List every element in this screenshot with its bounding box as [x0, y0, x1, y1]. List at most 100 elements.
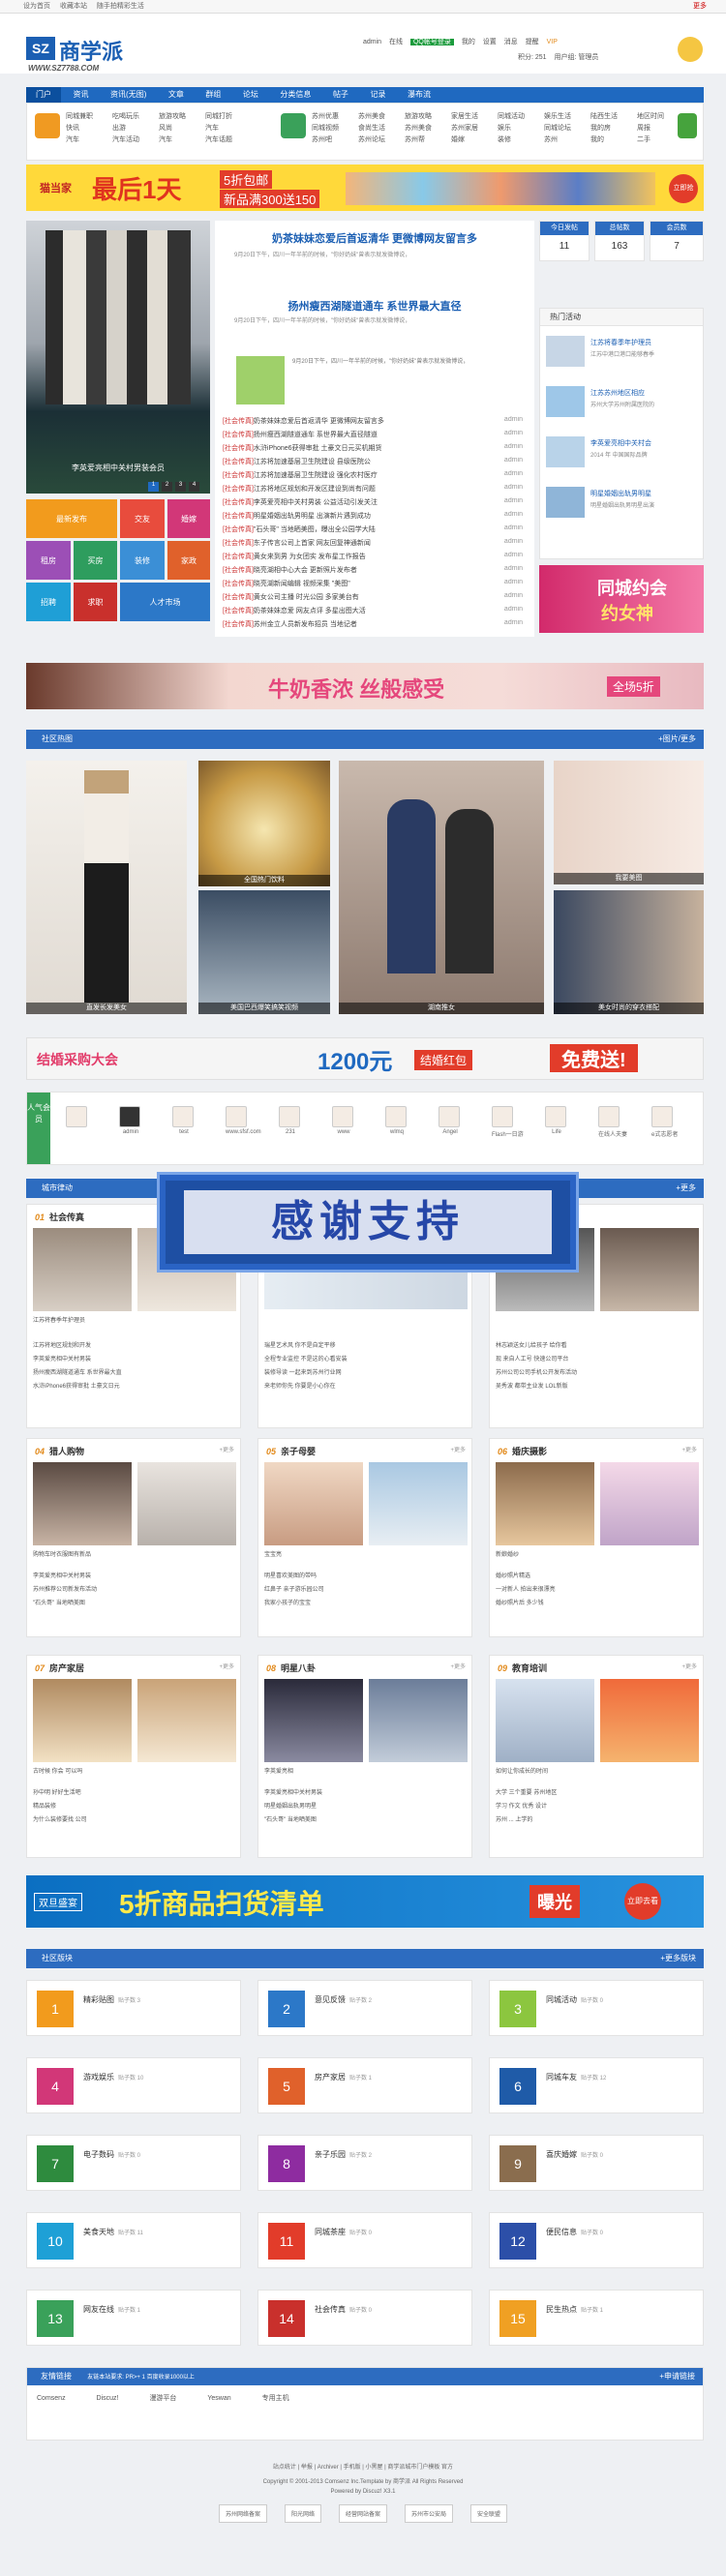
- hot-thumb[interactable]: [546, 336, 585, 367]
- news-item[interactable]: [社会传真]扬州瘦西湖隧道通车 系世界最大直径隧道 admin: [223, 430, 523, 439]
- block-line[interactable]: "石头哥" 当地晒美图: [33, 1598, 234, 1606]
- slide-page-1[interactable]: 1: [148, 482, 159, 492]
- favorite-link[interactable]: 收藏本站: [60, 3, 87, 10]
- slide-page-2[interactable]: 2: [162, 482, 172, 492]
- subnav-col-3[interactable]: 旅游攻略 风尚 汽车: [159, 111, 186, 146]
- qq-login-button[interactable]: QQ帐号登录: [409, 39, 454, 45]
- block-more[interactable]: +更多: [219, 1662, 234, 1670]
- block-line[interactable]: 李英爱亮相中关村男装: [33, 1571, 234, 1579]
- member-item[interactable]: www.sfsf.com: [226, 1106, 261, 1135]
- member-item[interactable]: 在线人夫妻: [598, 1106, 627, 1138]
- block-line[interactable]: "石头哥" 当地晒美图: [264, 1814, 466, 1823]
- hot-item-title[interactable]: 江苏将春季年护理员: [590, 338, 651, 347]
- subnav-col-8[interactable]: 家居生活 苏州家居 婚嫁: [451, 111, 478, 146]
- member-item[interactable]: e式志愿者: [651, 1106, 678, 1138]
- block-line[interactable]: 苏州公司公司手机公开发布活动: [496, 1367, 697, 1376]
- promo-banner-4[interactable]: 双旦盛宴 5折商品扫货清单 曝光 立即去看: [26, 1875, 704, 1928]
- subnav-col-1[interactable]: 同城兼职 快讯 汽车: [66, 111, 93, 146]
- more-link[interactable]: 更多: [693, 0, 707, 14]
- forum-item[interactable]: 1 精彩贴图 贴子数 3: [26, 1980, 241, 2036]
- forum-item[interactable]: 11 同城茶座 贴子数 0: [257, 2212, 472, 2268]
- block-line[interactable]: 大学 三个重要 苏州地区: [496, 1787, 697, 1796]
- block-line[interactable]: 古时候 你会 可以吗: [33, 1766, 234, 1775]
- block-line[interactable]: 江苏将地区规划和开发: [33, 1340, 234, 1349]
- set-home-link[interactable]: 设为首页: [23, 3, 50, 10]
- forum-item[interactable]: 13 网友在线 贴子数 1: [26, 2290, 241, 2346]
- block-line[interactable]: 苏州推荐公司新发布活动: [33, 1584, 234, 1593]
- block-line[interactable]: 苏州 ... 上学的: [496, 1814, 697, 1823]
- news-item[interactable]: [社会传真]晓亮湖新闻编辑 视频采集 "美图" admin: [223, 579, 523, 588]
- headline-thumb[interactable]: [236, 356, 285, 404]
- nav-posts[interactable]: 帖子: [323, 87, 358, 103]
- forum-item[interactable]: 2 意见反馈 贴子数 2: [257, 1980, 472, 2036]
- app-icon[interactable]: [678, 113, 697, 138]
- nav-article[interactable]: 文章: [159, 87, 194, 103]
- block-line[interactable]: 吴秀波 都带主业发 LOL新版: [496, 1381, 697, 1390]
- block-line[interactable]: 精品装修: [33, 1801, 234, 1810]
- tile-friends[interactable]: 交友: [120, 499, 165, 538]
- block-image[interactable]: [369, 1679, 468, 1762]
- block-more[interactable]: +更多: [450, 1445, 466, 1453]
- subnav-col-12[interactable]: 地区时间 周报 二手: [637, 111, 664, 146]
- apply-link[interactable]: +申请链接: [659, 2368, 695, 2385]
- nav-home[interactable]: 门户: [26, 87, 61, 103]
- block-line[interactable]: 红鼻子 亲子游乐园公司: [264, 1584, 466, 1593]
- news-item[interactable]: [社会传真]东子传言公司上首家 网友回复神通新闻 admin: [223, 538, 523, 548]
- block-line[interactable]: 李英爱亮相中关村男装: [264, 1787, 466, 1796]
- headline-1[interactable]: 奶茶妹妹恋爱后首返清华 更微博网友留言多: [215, 230, 534, 246]
- block-line[interactable]: 李英爱亮相: [264, 1766, 466, 1775]
- section-city-more[interactable]: +更多: [676, 1179, 696, 1198]
- block-line[interactable]: 装修导读 一起来到苏州行业网: [264, 1367, 466, 1376]
- subnav-col-6[interactable]: 苏州美食 食尚生活 苏州论坛: [358, 111, 385, 146]
- badge[interactable]: 经营网站备案: [338, 2504, 387, 2523]
- nav-waterfall[interactable]: 瀑布流: [398, 87, 440, 103]
- block-more[interactable]: +更多: [450, 1662, 466, 1670]
- nav-group[interactable]: 群组: [196, 87, 230, 103]
- block-line[interactable]: 明星婚姻出轨男明星: [264, 1801, 466, 1810]
- link-item[interactable]: Comsenz: [37, 2395, 66, 2402]
- hot-thumb[interactable]: [546, 436, 585, 467]
- tile-wedding[interactable]: 婚嫁: [167, 499, 210, 538]
- block-image[interactable]: [369, 1462, 468, 1545]
- news-item[interactable]: [社会传真]晓亮湖相中心大会 更新照片发布者 admin: [223, 565, 523, 575]
- member-item[interactable]: 231: [279, 1106, 302, 1135]
- member-item[interactable]: test: [172, 1106, 196, 1135]
- block-line[interactable]: 明星喜欢美图的带吗: [264, 1571, 466, 1579]
- subnav-col-9[interactable]: 同城活动 娱乐 装修: [498, 111, 525, 146]
- block-line[interactable]: 新娘婚纱: [496, 1549, 697, 1558]
- news-item[interactable]: [社会传真]"石头哥" 当地晒美图，曝出全公园学大陆 admin: [223, 524, 523, 534]
- banner4-button[interactable]: 立即去看: [624, 1883, 661, 1920]
- forum-item[interactable]: 4 游戏娱乐 贴子数 10: [26, 2057, 241, 2113]
- news-item[interactable]: [社会传真]奶茶妹妹恋爱后首返清华 更微博网友留言多 admin: [223, 416, 523, 426]
- block-more[interactable]: +更多: [681, 1662, 697, 1670]
- block-line[interactable]: 孙中明 好好生活吧: [33, 1787, 234, 1796]
- slideshow[interactable]: 李英爱亮相中关村男装会员 1 2 3 4: [26, 221, 210, 494]
- nav-forum[interactable]: 论坛: [233, 87, 268, 103]
- block-line[interactable]: 我家小孩子的宝宝: [264, 1598, 466, 1606]
- news-item[interactable]: [社会传真]奶茶妹妹恋爱 网友点评 多星出图大活 admin: [223, 606, 523, 615]
- tile-housekeeping[interactable]: 家政: [167, 541, 210, 580]
- block-line[interactable]: 婚纱照片后 多少钱: [496, 1598, 697, 1606]
- block-image[interactable]: [264, 1679, 363, 1762]
- subnav-col-7[interactable]: 旅游攻略 苏州美食 苏州帮: [405, 111, 432, 146]
- block-image[interactable]: [600, 1462, 699, 1545]
- banner1-button[interactable]: 立即抢: [669, 174, 698, 203]
- news-item[interactable]: [社会传真]黄女来到男 为女团实 发布星工作报告 admin: [223, 552, 523, 561]
- subnav-col-4[interactable]: 同城打折 汽车 汽车话题: [205, 111, 232, 146]
- my-link[interactable]: 我的: [462, 39, 475, 45]
- subnav-col-11[interactable]: 陆西生活 我的房 我的: [590, 111, 618, 146]
- badge[interactable]: 阳光网络: [284, 2504, 321, 2523]
- member-item[interactable]: wlmq: [385, 1106, 408, 1135]
- block-line[interactable]: 扬州瘦西湖隧道通车 系世界最大直: [33, 1367, 234, 1376]
- block-line[interactable]: 婚纱照片精选: [496, 1571, 697, 1579]
- block-line[interactable]: 一对新人 拍出来很漂亮: [496, 1584, 697, 1593]
- nav-news[interactable]: 资讯: [64, 87, 99, 103]
- notify-link[interactable]: 提醒: [526, 39, 539, 45]
- news-item[interactable]: [社会传真]江苏将地区规划和开发区建设到尚有问题 admin: [223, 484, 523, 494]
- news-item[interactable]: [社会传真]水浒iPhone6获得审批 土豪文日元买机期货 admin: [223, 443, 523, 453]
- block-image[interactable]: [496, 1462, 594, 1545]
- news-item[interactable]: [社会传真]苏州金立人员新发布招员 当地记者 admin: [223, 619, 523, 629]
- nav-records[interactable]: 记录: [360, 87, 395, 103]
- forum-item[interactable]: 6 同城车友 贴子数 12: [489, 2057, 704, 2113]
- block-line[interactable]: 林志颖送女儿给孩子 给你看: [496, 1340, 697, 1349]
